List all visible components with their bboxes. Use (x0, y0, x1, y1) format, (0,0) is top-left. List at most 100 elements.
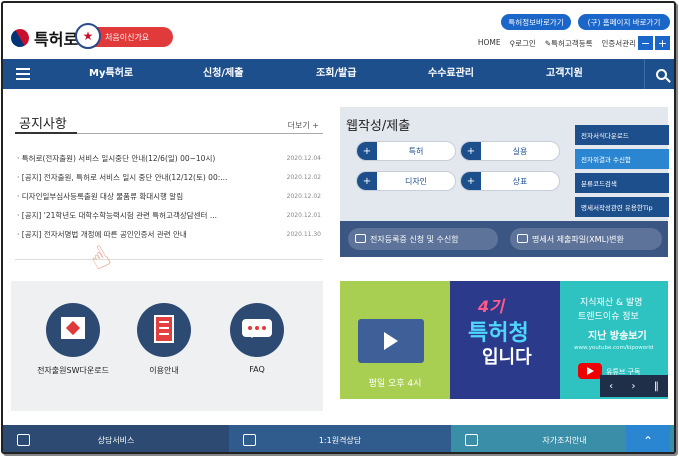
quick-usage-guide[interactable]: 이용안내 (124, 303, 204, 376)
zoom-in-button[interactable]: + (655, 36, 670, 50)
plus-icon: + (357, 172, 377, 190)
banner-kipo-line3: 입니다 (482, 347, 532, 368)
notice-item[interactable]: · [공지] 전자출원, 특허로 서비스 일시 중단 안내(12/12(토) 0… (17, 168, 321, 187)
notice-item-date: 2020.12.04 (286, 155, 321, 162)
play-icon (358, 319, 424, 363)
notice-item-date: 2020.11.30 (286, 231, 321, 238)
login-link[interactable]: ⚲로그인 (510, 38, 536, 49)
submit-patent-label: 특허 (408, 146, 424, 156)
submit-trademark-button[interactable]: + 상표 (460, 171, 560, 191)
home-link[interactable]: HOME (478, 38, 501, 49)
quick-usage-guide-label: 이용안내 (149, 366, 179, 375)
title-underline (15, 132, 77, 134)
logo-text: 특허로 (34, 30, 79, 49)
notice-section: 공지사항 더보기 + · 특허로(전자출원) 서비스 일시중단 안내(12/6(… (11, 103, 323, 273)
folder-icon (355, 234, 366, 243)
plus-icon: + (461, 142, 481, 160)
document-icon (137, 303, 191, 357)
notice-more-link[interactable]: 더보기 + (288, 120, 319, 131)
banner-youtube-line1: 지식재산 & 발명 (580, 298, 643, 308)
nav-fee-management[interactable]: 수수료관리 (428, 59, 474, 89)
submit-patent-button[interactable]: + 특허 (356, 141, 456, 161)
notice-item-title: · [공지] '21학년도 대학수학능력시험 관련 특허고객상담센터 ... (17, 211, 217, 220)
notice-item[interactable]: · [공지] 전자서명법 개정에 따른 공인인증서 관련 안내 2020.11.3… (17, 225, 321, 244)
submit-design-label: 디자인 (404, 176, 428, 186)
old-homepage-link[interactable]: (구) 홈페이지 바로가기 (578, 14, 670, 30)
notice-item-date: 2020.12.02 (286, 174, 321, 181)
quick-links: 전자출원SW다운로드 이용안내 FAQ (11, 281, 323, 411)
customer-register-link[interactable]: ✎특허고객등록 (545, 38, 593, 49)
notice-item[interactable]: · 디자인일부심사등록출원 대상 물품류 확대시행 알림 2020.12.02 (17, 187, 321, 206)
side-menu-tips[interactable]: 명세서작성관련 유용한Tip (575, 197, 669, 217)
nav-customer-support[interactable]: 고객지원 (546, 59, 583, 89)
youtube-icon (578, 363, 602, 379)
quick-sw-download-label: 전자출원SW다운로드 (37, 366, 109, 375)
counsel-service-button[interactable]: 상담서비스 (3, 425, 229, 452)
certificate-inbox-button[interactable]: 전자등록증 신청 및 수신함 (348, 228, 498, 250)
chat-icon (230, 303, 284, 357)
first-visit-button[interactable]: ★ 처음이신가요 (75, 23, 173, 49)
plus-icon: + (461, 172, 481, 190)
convert-icon (517, 234, 528, 243)
side-menu-result-inbox[interactable]: 전자위결과 수신함 (575, 149, 669, 169)
certificate-inbox-label: 전자등록증 신청 및 수신함 (370, 234, 459, 244)
search-button[interactable] (644, 59, 674, 89)
counsel-service-label: 상담서비스 (97, 436, 135, 445)
side-menu-class-code-search[interactable]: 분류코드검색 (575, 173, 669, 193)
remote-support-label: 1:1원격상담 (318, 436, 362, 445)
site-logo[interactable]: 특허로 (7, 25, 79, 51)
submit-utility-button[interactable]: + 실용 (460, 141, 560, 161)
quick-sw-download[interactable]: 전자출원SW다운로드 (33, 303, 113, 376)
banner-kipo-line1: 4기 (478, 297, 504, 316)
notice-title: 공지사항 (19, 117, 67, 132)
hamburger-menu-icon[interactable] (3, 59, 43, 89)
download-icon (46, 303, 100, 357)
notice-item[interactable]: · [공지] '21학년도 대학수학능력시험 관련 특허고객상담센터 ... 20… (17, 206, 321, 225)
notice-item-title: · [공지] 전자출원, 특허로 서비스 일시 중단 안내(12/12(토) 0… (17, 173, 228, 182)
nav-my-patent[interactable]: My특허로 (89, 59, 133, 89)
banner-youtube-line2: 트렌드이슈 정보 (578, 312, 639, 322)
patent-info-link[interactable]: 특허정보바로가기 (501, 14, 571, 30)
notice-item-date: 2020.12.02 (286, 193, 321, 200)
quick-faq[interactable]: FAQ (217, 303, 297, 374)
notice-item-title: · 디자인일부심사등록출원 대상 물품류 확대시행 알림 (17, 192, 184, 201)
submit-utility-label: 실용 (512, 146, 528, 156)
side-menu-form-download[interactable]: 전자서식다운로드 (575, 125, 669, 145)
banner-video-caption: 평일 오후 4시 (368, 379, 422, 389)
banner-youtube-line3: 지난 방송보기 (588, 331, 647, 342)
xml-convert-label: 명세서 제출파일(XML)변환 (532, 234, 624, 244)
divider (15, 259, 323, 260)
submit-title: 웹작성/제출 (346, 119, 411, 134)
xml-convert-button[interactable]: 명세서 제출파일(XML)변환 (510, 228, 662, 250)
quick-faq-label: FAQ (249, 365, 265, 374)
submit-design-button[interactable]: + 디자인 (356, 171, 456, 191)
bottom-bar: 상담서비스 1:1원격상담 자가조치안내 (3, 425, 674, 452)
notice-item[interactable]: · 특허로(전자출원) 서비스 일시중단 안내(12/6(일) 00~10시) 2… (17, 149, 321, 168)
banner-youtube-url: www.youtube.com/kipoworld (574, 345, 654, 351)
banner-kipo[interactable]: 4기 특허청 입니다 (450, 281, 560, 399)
web-submit-section: 웹작성/제출 + 특허 + 실용 + 디자인 + 상표 전자서식다운로드 전자위결과 수… (340, 107, 669, 257)
remote-support-button[interactable]: 1:1원격상담 (229, 425, 451, 452)
certificate-link[interactable]: 인증서관리 (602, 38, 637, 49)
nav-apply-submit[interactable]: 신청/제출 (203, 59, 243, 89)
main-nav: My특허로 신청/제출 조회/발급 수수료관리 고객지원 (3, 59, 674, 89)
zoom-out-button[interactable]: − (638, 36, 653, 50)
notice-list: · 특허로(전자출원) 서비스 일시중단 안내(12/6(일) 00~10시) 2… (17, 149, 321, 244)
banner-prev-button[interactable]: ‹ (609, 381, 613, 392)
banner-video[interactable]: 평일 오후 4시 (340, 281, 450, 399)
plus-icon: + (357, 142, 377, 160)
scroll-top-button[interactable]: ⌃ (626, 425, 670, 452)
browser-frame: 특허로 ★ 처음이신가요 특허정보바로가기 (구) 홈페이지 바로가기 HOME… (1, 1, 676, 454)
banner-pause-button[interactable]: ‖ (654, 381, 659, 392)
notice-item-date: 2020.12.01 (286, 212, 321, 219)
customer-register-label: 특허고객등록 (551, 39, 593, 48)
notice-item-title: · [공지] 전자서명법 개정에 따른 공인인증서 관련 안내 (17, 230, 187, 239)
banner-next-button[interactable]: › (631, 381, 635, 392)
nav-inquiry-issue[interactable]: 조회/발급 (316, 59, 356, 89)
side-menu: 전자서식다운로드 전자위결과 수신함 분류코드검색 명세서작성관련 유용한Tip (575, 125, 669, 221)
login-label: 로그인 (515, 39, 536, 48)
submit-trademark-label: 상표 (512, 176, 528, 186)
submit-bottom-bar: 전자등록증 신청 및 수신함 명세서 제출파일(XML)변환 (340, 221, 668, 257)
banner-controls: ‹ › ‖ (600, 375, 668, 397)
star-badge-icon: ★ (75, 23, 101, 49)
